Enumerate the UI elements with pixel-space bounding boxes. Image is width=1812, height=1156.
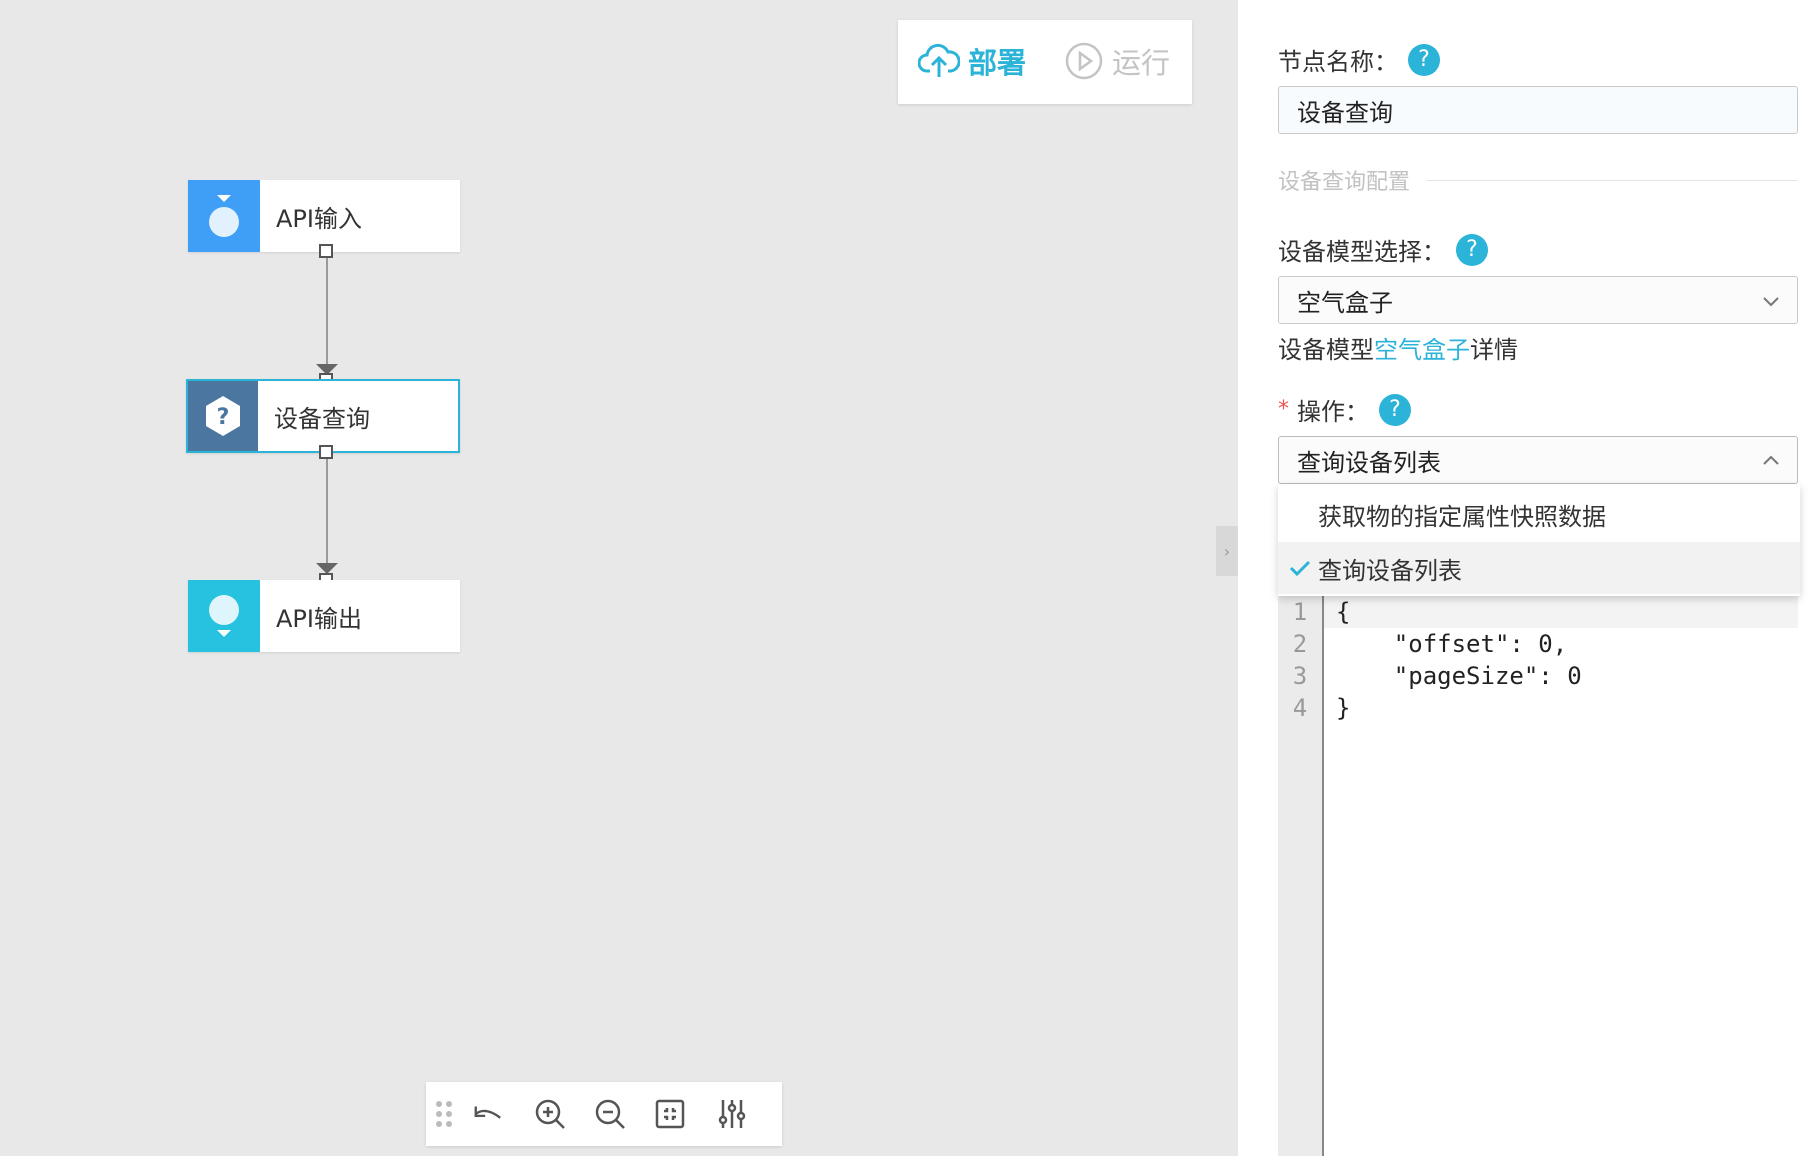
line-number: 4 — [1292, 694, 1308, 722]
divider-line — [1426, 179, 1798, 181]
operation-select-value: 查询设备列表 — [1297, 448, 1441, 477]
flow-canvas[interactable]: 部署 运行 API输入 ? 设备查询 API输出 › — [0, 0, 1238, 1156]
output-port[interactable] — [319, 445, 333, 459]
code-line: } — [1336, 694, 1351, 722]
node-name-input[interactable]: 设备查询 — [1278, 86, 1798, 134]
operation-dropdown: 获取物的指定属性快照数据 查询设备列表 — [1278, 484, 1800, 596]
model-select[interactable]: 空气盒子 — [1278, 276, 1798, 324]
operation-label: 操作： — [1297, 398, 1369, 426]
hexagon-question-icon: ? — [188, 381, 258, 451]
help-icon[interactable]: ? — [1456, 233, 1488, 266]
node-device-query[interactable]: ? 设备查询 — [186, 379, 460, 453]
undo-icon[interactable] — [472, 1098, 504, 1130]
node-label: API输出 — [276, 604, 362, 633]
drag-handle-icon[interactable] — [428, 1098, 460, 1130]
section-title: 设备查询配置 — [1278, 170, 1411, 195]
line-number: 3 — [1292, 662, 1308, 690]
fit-view-icon[interactable] — [654, 1098, 686, 1130]
node-name-value: 设备查询 — [1297, 98, 1393, 127]
settings-sliders-icon[interactable] — [716, 1098, 748, 1130]
node-api-input[interactable]: API输入 — [188, 180, 460, 252]
model-detail-suffix: 详情 — [1470, 336, 1518, 364]
output-port[interactable] — [319, 244, 333, 258]
help-icon[interactable]: ? — [1379, 393, 1411, 426]
operation-select[interactable]: 查询设备列表 — [1278, 436, 1798, 484]
chevron-up-icon — [1763, 455, 1779, 465]
check-icon — [1289, 560, 1311, 577]
dropdown-option[interactable]: 获取物的指定属性快照数据 — [1278, 488, 1800, 540]
option-label: 获取物的指定属性快照数据 — [1318, 502, 1606, 531]
code-line: "offset": 0, — [1336, 630, 1568, 658]
node-api-output[interactable]: API输出 — [188, 580, 460, 652]
node-name-label: 节点名称： — [1278, 48, 1398, 76]
code-editor[interactable]: 1 2 3 4 { "offset": 0, "pageSize": 0 } — [1278, 596, 1798, 1156]
svg-text:?: ? — [217, 405, 230, 430]
api-output-icon — [188, 580, 260, 652]
code-line: "pageSize": 0 — [1336, 662, 1582, 690]
section-divider: 设备查询配置 — [1278, 166, 1798, 195]
dropdown-option-selected[interactable]: 查询设备列表 — [1278, 542, 1800, 594]
chevron-right-icon: › — [1223, 541, 1231, 561]
line-number: 2 — [1292, 630, 1308, 658]
run-button[interactable]: 运行 — [1064, 40, 1170, 82]
node-name-field-label: 节点名称： ? — [1278, 42, 1440, 77]
code-line: { — [1336, 598, 1351, 626]
connector-edge[interactable] — [326, 258, 328, 364]
model-detail-line: 设备模型 空气盒子 详情 — [1278, 330, 1518, 365]
play-circle-icon — [1065, 42, 1103, 80]
operation-field-label: * 操作： ? — [1278, 392, 1411, 427]
model-field-label: 设备模型选择： ? — [1278, 232, 1488, 267]
cloud-upload-icon — [918, 43, 960, 77]
deploy-button[interactable]: 部署 — [918, 40, 1026, 82]
zoom-out-icon[interactable] — [594, 1098, 626, 1130]
line-number: 1 — [1292, 598, 1308, 626]
deploy-label: 部署 — [968, 46, 1027, 80]
top-toolbar: 部署 运行 — [898, 20, 1192, 104]
help-icon[interactable]: ? — [1408, 43, 1440, 76]
connector-edge[interactable] — [326, 459, 328, 563]
required-marker: * — [1278, 397, 1289, 422]
model-detail-link[interactable]: 空气盒子 — [1374, 330, 1470, 365]
zoom-in-icon[interactable] — [534, 1098, 566, 1130]
panel-collapse-handle[interactable]: › — [1216, 526, 1238, 576]
node-label: 设备查询 — [274, 404, 370, 433]
active-line-highlight — [1324, 596, 1798, 628]
model-select-value: 空气盒子 — [1297, 288, 1393, 317]
model-detail-prefix: 设备模型 — [1278, 336, 1374, 364]
chevron-down-icon — [1763, 297, 1779, 307]
bottom-toolbar — [426, 1082, 782, 1146]
node-label: API输入 — [276, 204, 362, 233]
run-label: 运行 — [1112, 46, 1171, 80]
api-input-icon — [188, 180, 260, 252]
model-label: 设备模型选择： — [1278, 238, 1446, 266]
